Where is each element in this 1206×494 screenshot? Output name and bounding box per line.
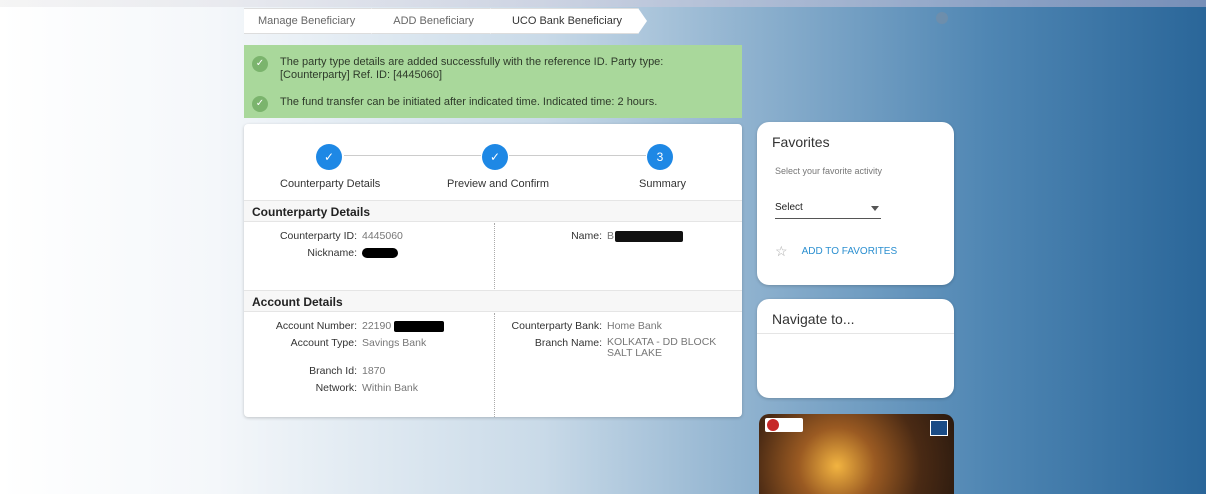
breadcrumb-add-beneficiary[interactable]: ADD Beneficiary xyxy=(371,8,499,34)
account-details-heading: Account Details xyxy=(244,290,742,312)
branch-name-value: KOLKATA - DD BLOCK SALT LAKE xyxy=(607,336,717,359)
counterparty-bank-label: Counterparty Bank: xyxy=(511,320,602,332)
favorites-title: Favorites xyxy=(772,134,830,150)
check-circle-icon: ✓ xyxy=(252,96,268,112)
navigate-title: Navigate to... xyxy=(772,311,855,327)
dropdown-caret-icon xyxy=(871,206,879,211)
breadcrumb-uco-bank-beneficiary: UCO Bank Beneficiary xyxy=(489,8,648,34)
branch-name-row: Branch Name: KOLKATA - DD BLOCK SALT LAKE xyxy=(502,337,732,359)
redacted-nickname xyxy=(362,248,398,259)
network-row: Network: Within Bank xyxy=(252,382,418,394)
add-to-favorites-button[interactable]: ☆ ADD TO FAVORITES xyxy=(775,243,897,260)
favorites-subtitle: Select your favorite activity xyxy=(775,166,883,176)
redacted-name xyxy=(615,230,684,242)
account-type-label: Account Type: xyxy=(290,337,357,349)
breadcrumb-manage-beneficiary[interactable]: Manage Beneficiary xyxy=(244,8,381,34)
counterparty-id-label: Counterparty ID: xyxy=(279,230,357,242)
account-type-row: Account Type: Savings Bank xyxy=(252,337,427,349)
counterparty-id-row: Counterparty ID: 4445060 xyxy=(252,230,403,242)
step-connector xyxy=(344,155,481,156)
branch-id-row: Branch Id: 1870 xyxy=(252,365,385,377)
favorites-card: Favorites Select your favorite activity … xyxy=(757,122,954,285)
top-strip xyxy=(0,0,1206,7)
nickname-row: Nickname: xyxy=(252,247,398,259)
step-3-label: Summary xyxy=(639,178,687,190)
step-3-number: 3 xyxy=(647,144,673,170)
name-label: Name: xyxy=(571,230,602,242)
account-number-row: Account Number: 22190 xyxy=(252,320,445,332)
check-circle-icon: ✓ xyxy=(252,56,268,72)
alert-row-transfer-time: ✓ The fund transfer can be initiated aft… xyxy=(252,96,730,112)
select-value: Select xyxy=(775,202,803,213)
alert-text: The party type details are added success… xyxy=(280,56,664,81)
step-connector xyxy=(509,155,646,156)
account-number-label: Account Number: xyxy=(275,320,357,332)
star-icon: ☆ xyxy=(775,243,788,259)
alert-row-reference: ✓ The party type details are added succe… xyxy=(252,56,730,82)
navigate-divider xyxy=(757,333,954,334)
beneficiary-summary-card: ✓ ✓ 3 Counterparty Details Preview and C… xyxy=(244,124,742,417)
branch-name-label: Branch Name: xyxy=(534,337,602,349)
progress-stepper: ✓ ✓ 3 Counterparty Details Preview and C… xyxy=(244,124,742,200)
name-row: Name: B xyxy=(502,230,684,242)
step-2-check-icon: ✓ xyxy=(482,144,508,170)
favorite-activity-select[interactable]: Select xyxy=(775,202,881,219)
column-divider xyxy=(494,223,495,289)
settings-icon[interactable] xyxy=(936,12,948,24)
alert-text: The fund transfer can be initiated after… xyxy=(280,96,658,108)
step-1-label: Counterparty Details xyxy=(280,178,381,190)
branch-id-value: 1870 xyxy=(362,365,386,377)
column-divider xyxy=(494,313,495,417)
counterparty-bank-value: Home Bank xyxy=(607,320,662,332)
step-2-label: Preview and Confirm xyxy=(447,178,550,190)
counterparty-bank-row: Counterparty Bank: Home Bank xyxy=(502,320,662,332)
nickname-label: Nickname: xyxy=(307,247,357,259)
redacted-account-number xyxy=(394,320,445,332)
success-alert-box: ✓ The party type details are added succe… xyxy=(244,45,742,118)
account-type-value: Savings Bank xyxy=(362,337,427,349)
network-value: Within Bank xyxy=(362,382,419,394)
branch-id-label: Branch Id: xyxy=(309,365,357,377)
add-to-favorites-label: ADD TO FAVORITES xyxy=(801,246,898,257)
network-label: Network: xyxy=(315,382,357,394)
account-number-value: 22190 xyxy=(362,320,392,332)
promo-left-logo xyxy=(765,418,803,432)
breadcrumb: Manage Beneficiary ADD Beneficiary UCO B… xyxy=(244,8,648,34)
counterparty-details-heading: Counterparty Details xyxy=(244,200,742,222)
name-value: B xyxy=(607,230,615,242)
navigate-card: Navigate to... xyxy=(757,299,954,398)
bank-logo xyxy=(930,420,948,436)
promo-banner-image[interactable] xyxy=(759,414,954,494)
counterparty-id-value: 4445060 xyxy=(362,230,403,242)
step-1-check-icon: ✓ xyxy=(316,144,342,170)
